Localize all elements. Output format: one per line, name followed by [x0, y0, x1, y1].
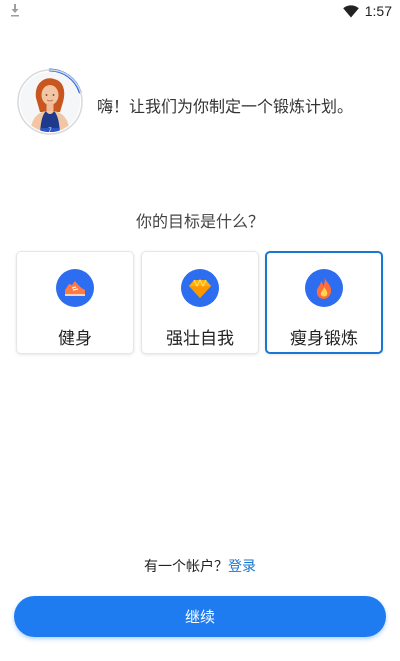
coach-avatar: 7 — [17, 68, 83, 135]
goal-label-weight-loss: 瘦身锻炼 — [290, 329, 358, 349]
account-prompt-line: 有一个帐户？登录 — [0, 556, 400, 576]
goal-label-strength: 强壮自我 — [166, 329, 234, 349]
account-prompt: 有一个帐户？ — [144, 559, 228, 575]
goal-question: 你的目标是什么？ — [135, 212, 264, 231]
login-link[interactable]: 登录 — [228, 559, 256, 575]
status-time: 1:57 — [364, 3, 392, 19]
sneaker-icon — [56, 269, 94, 307]
goal-card-strength[interactable]: 强壮自我 — [141, 251, 259, 354]
status-bar: 1:57 — [0, 0, 400, 24]
goal-label-fitness: 健身 — [58, 329, 92, 349]
download-icon — [11, 4, 19, 17]
flame-icon — [305, 269, 343, 307]
goal-card-fitness[interactable]: 健身 — [16, 251, 134, 354]
continue-button[interactable]: 继续 — [14, 596, 386, 637]
goal-card-weight-loss[interactable]: 瘦身锻炼 — [265, 251, 383, 354]
wifi-icon — [342, 4, 359, 17]
greeting-text: 嗨！让我们为你制定一个锻炼计划。 — [97, 97, 354, 116]
diamond-icon — [181, 269, 219, 307]
